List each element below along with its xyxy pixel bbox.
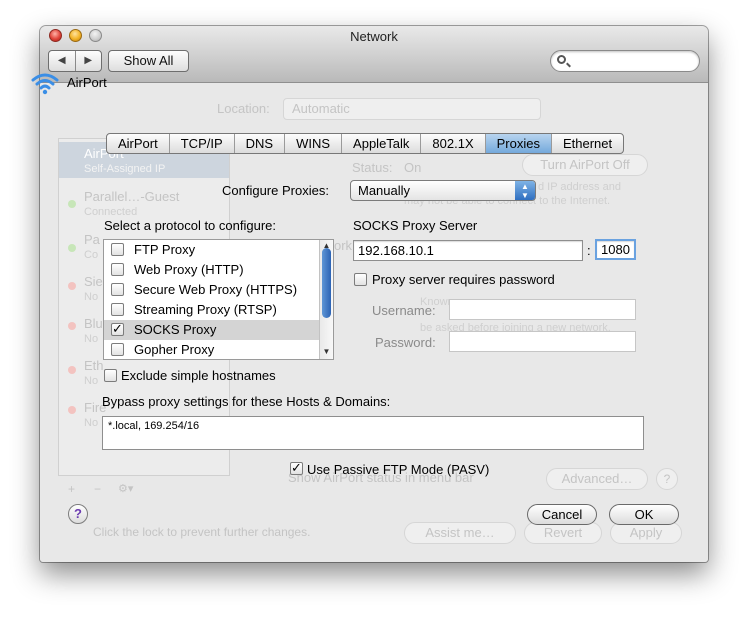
exclude-simple-hostnames-checkbox[interactable] <box>104 369 117 382</box>
cancel-button[interactable]: Cancel <box>527 504 597 525</box>
host-port-separator: : <box>587 243 591 258</box>
help-bg-icon[interactable]: ? <box>656 468 678 490</box>
tab-8021x[interactable]: 802.1X <box>421 134 486 153</box>
configure-proxies-value: Manually <box>358 183 411 198</box>
socks-server-label: SOCKS Proxy Server <box>353 218 478 233</box>
scroll-thumb[interactable] <box>322 248 331 318</box>
proxy-host-field[interactable]: 192.168.10.1 <box>353 240 583 261</box>
bypass-hosts-textarea[interactable]: *.local, 169.254/16 <box>102 416 644 450</box>
protocol-checkbox[interactable]: ✓ <box>111 322 124 336</box>
location-popup[interactable]: Automatic <box>283 98 541 120</box>
interface-name: AirPort <box>67 75 107 90</box>
list-item[interactable]: Secure Web Proxy (HTTPS) <box>104 280 320 300</box>
add-service-button[interactable]: + <box>68 482 75 496</box>
service-name[interactable]: Blu <box>84 316 103 331</box>
airport-wifi-icon <box>31 73 59 95</box>
list-item[interactable]: FTP Proxy <box>104 240 320 260</box>
protocol-list-scrollbar[interactable]: ▲ ▼ <box>319 240 333 359</box>
list-item[interactable]: Gopher Proxy <box>104 340 320 359</box>
status-description: d IP address and <box>538 181 621 193</box>
service-status: No <box>84 291 99 303</box>
protocol-checkbox[interactable] <box>111 263 124 276</box>
advanced-button[interactable]: Advanced… <box>546 468 648 490</box>
requires-password-label: Proxy server requires password <box>372 272 555 287</box>
requires-password-checkbox[interactable] <box>354 273 367 286</box>
service-status: Self-Assigned IP <box>84 163 166 175</box>
network-name-label: ork <box>334 238 353 253</box>
tab-bar: AirPort TCP/IP DNS WINS AppleTalk 802.1X… <box>106 133 625 154</box>
service-name[interactable]: Parallel…-Guest <box>84 189 179 204</box>
username-field[interactable] <box>449 299 636 320</box>
protocol-label: Streaming Proxy (RTSP) <box>134 302 277 317</box>
assist-me-button[interactable]: Assist me… <box>404 522 516 544</box>
apply-button[interactable]: Apply <box>610 522 682 544</box>
status-dot-icon <box>68 366 76 374</box>
action-menu-gear-icon[interactable]: ⚙▾ <box>118 482 133 495</box>
username-label: Username: <box>372 303 436 318</box>
scroll-down-icon[interactable]: ▼ <box>320 346 333 358</box>
remove-service-button[interactable]: − <box>94 482 101 496</box>
service-status: No <box>84 333 99 345</box>
help-icon[interactable]: ? <box>68 504 88 524</box>
status-dot-icon <box>68 406 76 414</box>
ok-button[interactable]: OK <box>609 504 679 525</box>
protocol-checkbox[interactable] <box>111 343 124 356</box>
search-icon <box>557 55 566 64</box>
window-title: Network <box>350 29 398 44</box>
service-status: No <box>84 375 99 387</box>
titlebar: Network ◀ ▶ Show All <box>40 26 708 83</box>
location-label: Location: <box>217 101 270 116</box>
tab-proxies[interactable]: Proxies <box>485 134 552 153</box>
forward-arrow-icon[interactable]: ▶ <box>76 51 102 71</box>
passive-ftp-checkbox[interactable]: ✓ <box>290 461 303 475</box>
protocol-list-label: Select a protocol to configure: <box>104 218 276 233</box>
service-status: Co <box>84 249 99 261</box>
tab-airport[interactable]: AirPort <box>107 134 170 153</box>
status-dot-icon <box>68 244 76 252</box>
tab-wins[interactable]: WINS <box>285 134 343 153</box>
protocol-checkbox[interactable] <box>111 303 124 316</box>
status-value: On <box>404 160 422 175</box>
service-status: No <box>84 417 99 429</box>
list-item-selected[interactable]: ✓ SOCKS Proxy <box>104 320 320 340</box>
revert-button[interactable]: Revert <box>524 522 602 544</box>
passive-ftp-label: Use Passive FTP Mode (PASV) <box>307 462 490 477</box>
password-field[interactable] <box>449 331 636 352</box>
status-dot-icon <box>68 322 76 330</box>
proxy-port-field[interactable]: 1080 <box>595 239 636 260</box>
protocol-label: Secure Web Proxy (HTTPS) <box>134 282 298 297</box>
status-dot-icon <box>68 200 76 208</box>
tab-dns[interactable]: DNS <box>235 134 286 153</box>
configure-proxies-label: Configure Proxies: <box>222 183 329 198</box>
protocol-label: Gopher Proxy <box>134 342 215 357</box>
status-label: Status: <box>352 160 393 175</box>
popup-arrows-icon: ▲ ▼ <box>515 181 535 200</box>
service-status: Connected <box>84 206 138 218</box>
protocol-label: SOCKS Proxy <box>134 322 217 337</box>
search-field[interactable] <box>550 50 700 72</box>
back-forward-buttons: ◀ ▶ <box>48 50 102 72</box>
list-item[interactable]: Web Proxy (HTTP) <box>104 260 320 280</box>
protocol-label: FTP Proxy <box>134 242 196 257</box>
password-label: Password: <box>375 335 436 350</box>
show-all-button[interactable]: Show All <box>108 50 189 72</box>
tab-tcpip[interactable]: TCP/IP <box>170 134 235 153</box>
bypass-label: Bypass proxy settings for these Hosts & … <box>102 394 391 409</box>
service-name[interactable]: Pa <box>84 232 100 247</box>
turn-airport-off-button[interactable]: Turn AirPort Off <box>522 154 648 176</box>
list-item[interactable]: Streaming Proxy (RTSP) <box>104 300 320 320</box>
service-name[interactable]: Sie <box>84 274 103 289</box>
status-dot-icon <box>68 282 76 290</box>
service-name[interactable]: Eth <box>84 358 104 373</box>
tab-ethernet[interactable]: Ethernet <box>552 134 623 153</box>
protocol-checkbox[interactable] <box>111 283 124 296</box>
lock-text: Click the lock to prevent further change… <box>93 525 311 539</box>
configure-proxies-popup[interactable]: Manually ▲ ▼ <box>350 180 536 201</box>
protocol-checkbox[interactable] <box>111 243 124 256</box>
protocol-list[interactable]: FTP Proxy Web Proxy (HTTP) Secure Web Pr… <box>103 239 334 360</box>
exclude-simple-hostnames-label: Exclude simple hostnames <box>121 368 276 383</box>
tab-appletalk[interactable]: AppleTalk <box>342 134 422 153</box>
back-arrow-icon[interactable]: ◀ <box>49 51 76 71</box>
protocol-label: Web Proxy (HTTP) <box>134 262 244 277</box>
